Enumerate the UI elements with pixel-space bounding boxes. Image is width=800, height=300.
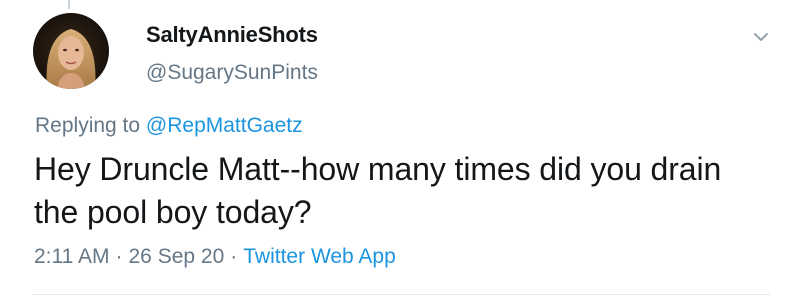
tweet-card: SaltyAnnieShots @SugarySunPints Replying… <box>0 0 800 300</box>
author-display-name[interactable]: SaltyAnnieShots <box>146 22 318 48</box>
meta-separator: · <box>115 245 123 268</box>
reply-mention-link[interactable]: @RepMattGaetz <box>146 114 303 137</box>
replying-to-label: Replying to <box>35 114 146 137</box>
profile-photo-icon <box>33 13 109 89</box>
tweet-metadata: 2:11 AM · 26 Sep 20 · Twitter Web App <box>34 244 396 270</box>
tweet-source-link[interactable]: Twitter Web App <box>243 245 396 268</box>
meta-separator: · <box>230 245 238 268</box>
tweet-time[interactable]: 2:11 AM <box>34 245 110 268</box>
avatar[interactable] <box>33 13 109 89</box>
chevron-down-icon[interactable] <box>751 27 771 47</box>
tweet-text: Hey Druncle Matt--how many times did you… <box>34 151 722 230</box>
replying-to: Replying to @RepMattGaetz <box>35 113 303 139</box>
tweet-date[interactable]: 26 Sep 20 <box>129 245 225 268</box>
divider <box>33 294 770 295</box>
author-handle[interactable]: @SugarySunPints <box>146 60 318 86</box>
